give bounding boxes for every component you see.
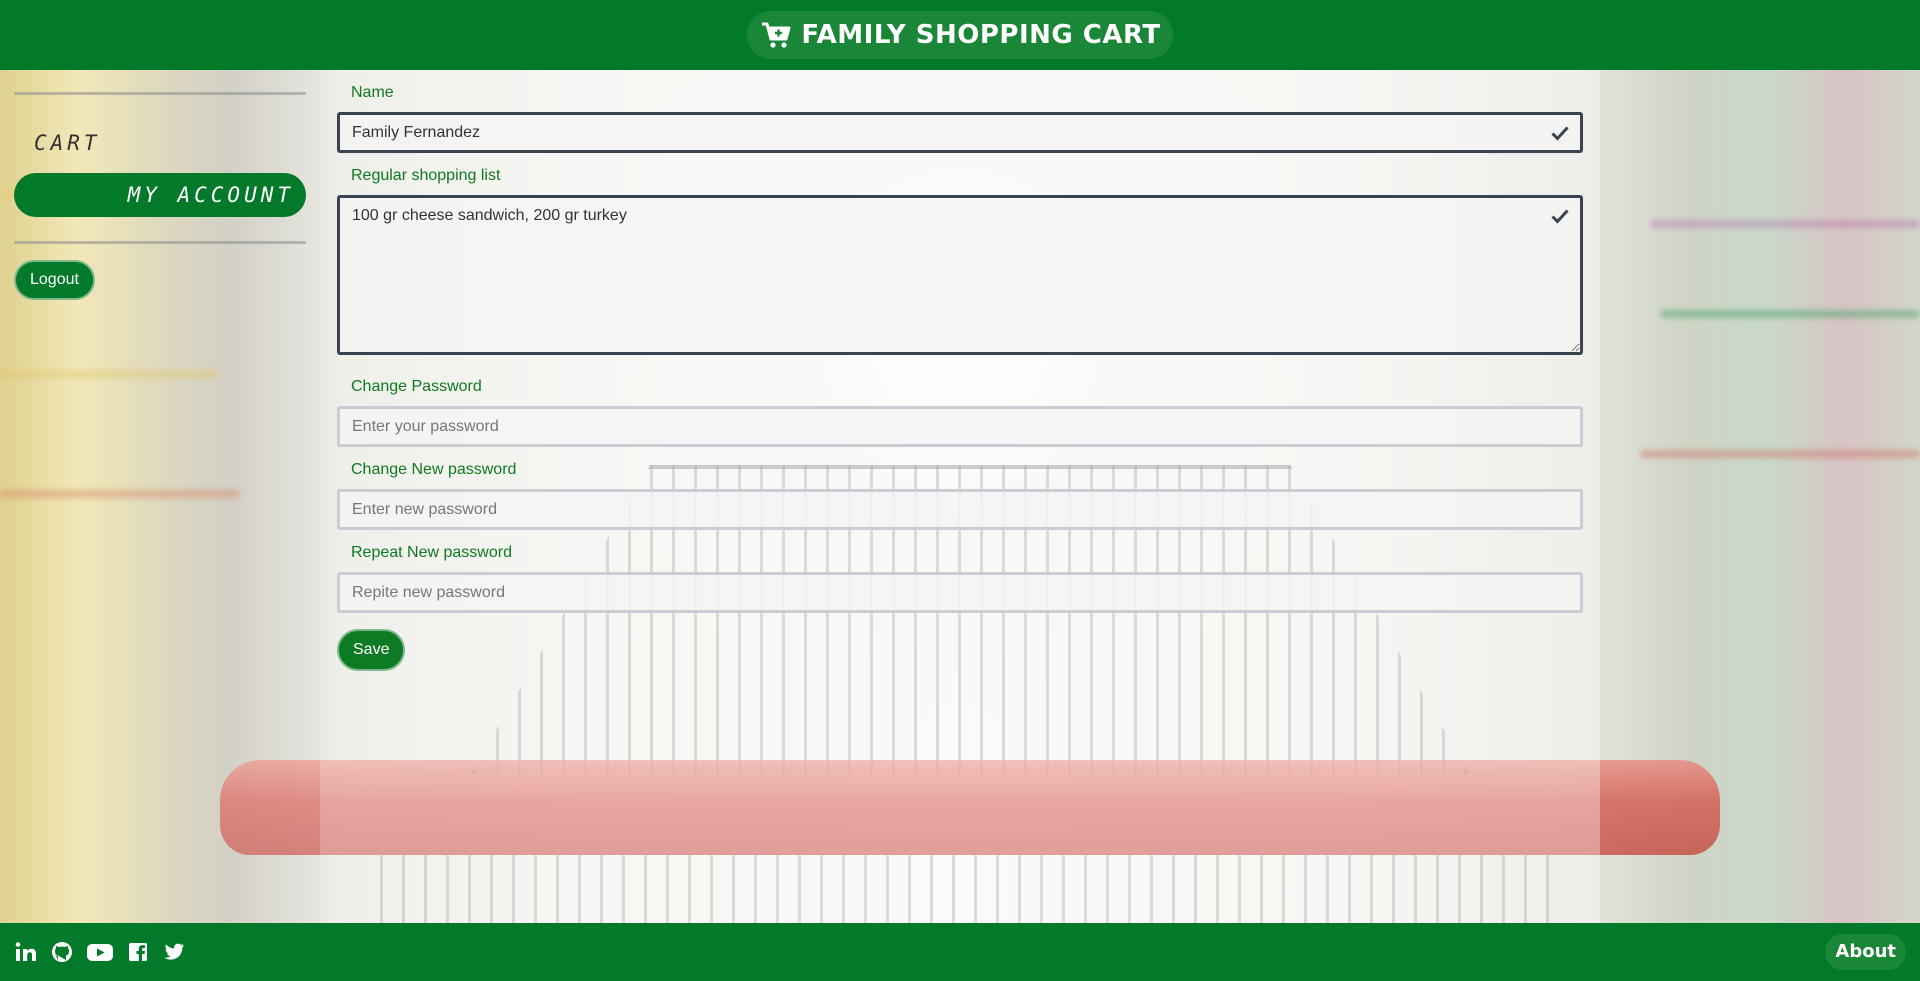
github-icon[interactable] xyxy=(50,940,74,964)
sidebar: CART MY ACCOUNT Logout xyxy=(14,70,306,300)
logout-button[interactable]: Logout xyxy=(14,260,95,300)
name-field-wrapper xyxy=(337,112,1583,153)
repeat-password-input[interactable] xyxy=(337,572,1583,613)
new-password-label: Change New password xyxy=(351,461,517,478)
twitter-icon[interactable] xyxy=(162,940,186,964)
sidebar-divider xyxy=(14,92,306,95)
brand-link[interactable]: FAMILY SHOPPING CART xyxy=(747,11,1173,59)
repeat-password-label: Repeat New password xyxy=(351,544,512,561)
new-password-wrapper xyxy=(337,489,1583,530)
shopping-list-label: Regular shopping list xyxy=(351,167,501,184)
new-password-input[interactable] xyxy=(337,489,1583,530)
shopping-list-textarea[interactable]: 100 gr cheese sandwich, 200 gr turkey xyxy=(337,195,1583,355)
social-links xyxy=(14,940,186,964)
brand-title: FAMILY SHOPPING CART xyxy=(801,20,1161,50)
name-input[interactable] xyxy=(337,112,1583,153)
linkedin-icon[interactable] xyxy=(14,940,38,964)
repeat-password-wrapper xyxy=(337,572,1583,613)
sidebar-item-cart[interactable]: CART xyxy=(14,121,306,165)
sidebar-item-my-account[interactable]: MY ACCOUNT xyxy=(14,173,306,217)
checkmark-icon xyxy=(1551,209,1569,224)
sidebar-divider xyxy=(14,241,306,244)
shopping-list-wrapper: 100 gr cheese sandwich, 200 gr turkey xyxy=(337,195,1583,360)
top-navbar: FAMILY SHOPPING CART xyxy=(0,0,1920,70)
save-button[interactable]: Save xyxy=(337,629,406,671)
account-form: Name Regular shopping list 100 gr cheese… xyxy=(337,70,1583,671)
facebook-icon[interactable] xyxy=(126,940,150,964)
checkmark-icon xyxy=(1551,126,1569,141)
about-link[interactable]: About xyxy=(1825,934,1906,970)
change-password-wrapper xyxy=(337,406,1583,447)
youtube-icon[interactable] xyxy=(86,940,114,964)
change-password-input[interactable] xyxy=(337,406,1583,447)
footer: About xyxy=(0,923,1920,981)
name-label: Name xyxy=(351,84,394,101)
cart-plus-icon xyxy=(762,22,791,48)
change-password-label: Change Password xyxy=(351,378,482,395)
